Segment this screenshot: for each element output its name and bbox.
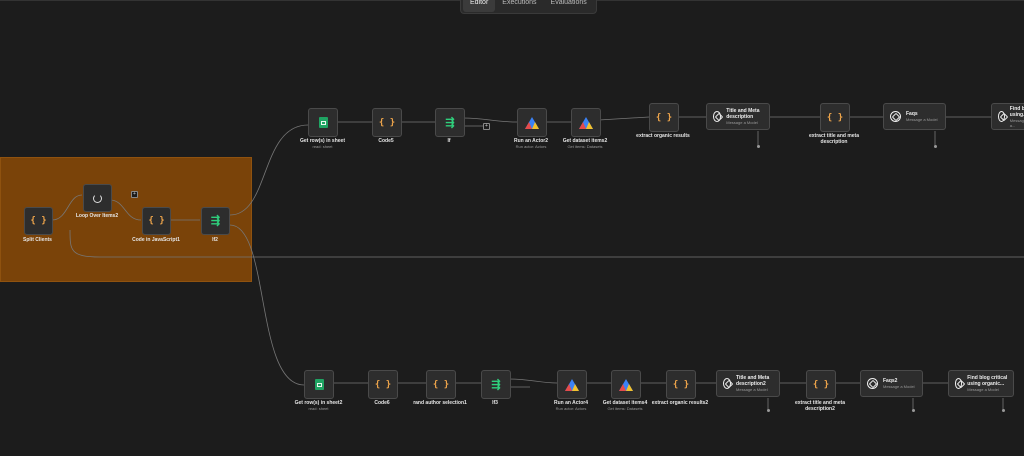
openai-icon: [867, 378, 878, 389]
chat-model-port[interactable]: [934, 145, 937, 148]
node-label: extract organic results2: [651, 400, 709, 406]
add-node-button[interactable]: +: [131, 191, 138, 198]
openai-icon: [723, 378, 732, 389]
node-label: Get row(s) in sheet read: sheet: [299, 138, 345, 149]
node-run-an-actor4[interactable]: [557, 370, 587, 399]
node-label: extract organic results: [636, 133, 690, 139]
wire-top-3: [462, 117, 518, 123]
node-faqs2[interactable]: Faqs2 Message a Model: [860, 370, 923, 397]
node-split-clients[interactable]: { }: [24, 207, 53, 235]
node-subtitle: Message a Model: [967, 387, 999, 392]
node-label: extract title and meta description2: [794, 400, 846, 412]
node-label: Get dataset items2 Get items: Datasets: [562, 138, 608, 149]
wire-if2-bottom: [229, 224, 305, 386]
code-icon: { }: [148, 216, 165, 226]
node-subtitle: Message a...: [1009, 117, 1024, 128]
node-faqs[interactable]: Faqs Message a Model: [883, 103, 946, 130]
node-subtitle: Message a Model: [906, 117, 938, 122]
node-if2[interactable]: ⇶: [201, 207, 230, 235]
node-loop-over-items2[interactable]: [83, 184, 112, 212]
node-title: Find b... using...: [1009, 105, 1024, 118]
node-run-an-actor2[interactable]: [517, 108, 547, 137]
node-code5[interactable]: { }: [372, 108, 402, 137]
node-title-and-meta-description[interactable]: Title and Meta description Message a Mod…: [706, 103, 770, 130]
node-title: Title and Meta description: [726, 108, 760, 120]
node-label: extract title and meta description: [808, 133, 860, 145]
openai-icon: [890, 111, 901, 122]
code-icon: { }: [378, 117, 396, 128]
chat-model-port[interactable]: [1002, 409, 1005, 412]
branch-icon: ⇶: [491, 378, 501, 391]
code-icon: { }: [655, 112, 673, 123]
node-label: Code in JavaScript1: [132, 237, 180, 243]
code-icon: { }: [374, 379, 392, 390]
node-label: Loop Over Items2: [75, 213, 119, 219]
apify-icon: [579, 116, 593, 129]
node-label: Code5: [378, 138, 394, 144]
node-label: If: [447, 138, 451, 144]
node-code-in-javascript1[interactable]: { }: [142, 207, 171, 235]
wire-bot-4: [508, 378, 558, 384]
chat-model-port[interactable]: [912, 409, 915, 412]
wire-top-6: [598, 116, 650, 121]
node-label: If2: [212, 237, 218, 243]
node-if3[interactable]: ⇶: [481, 370, 511, 399]
node-subtitle: Message a Model: [726, 120, 758, 125]
code-icon: { }: [432, 379, 450, 390]
node-code6[interactable]: { }: [368, 370, 398, 399]
node-label: rand author selection1: [413, 400, 467, 406]
node-find-blog-using-organic[interactable]: Find blog critical using organic... Mess…: [948, 370, 1014, 397]
node-title: Title and Meta description2: [736, 375, 770, 387]
node-extract-organic-results2[interactable]: { }: [666, 370, 696, 399]
node-if[interactable]: ⇶: [435, 108, 465, 137]
loop-icon: [93, 193, 102, 203]
apify-icon: [565, 378, 579, 391]
node-get-rows-in-sheet2[interactable]: [304, 370, 334, 399]
sheet-icon: [314, 379, 324, 390]
code-icon: { }: [826, 112, 844, 123]
node-label: Split Clients: [23, 237, 52, 243]
sheet-icon: [318, 117, 328, 128]
node-label: Code6: [374, 400, 390, 406]
node-rand-author-selection1[interactable]: { }: [426, 370, 456, 399]
node-get-dataset-items2[interactable]: [571, 108, 601, 137]
node-extract-title-and-meta-description2[interactable]: { }: [806, 370, 836, 399]
node-extract-organic-results[interactable]: { }: [649, 103, 679, 132]
apify-icon: [525, 116, 539, 129]
chat-model-port[interactable]: [767, 409, 770, 412]
code-icon: { }: [30, 216, 47, 226]
node-title-and-meta-description2[interactable]: Title and Meta description2 Message a Mo…: [716, 370, 780, 397]
openai-icon: [713, 111, 722, 122]
code-icon: { }: [672, 379, 690, 390]
node-extract-title-and-meta-description[interactable]: { }: [820, 103, 850, 132]
node-title: Find blog critical using organic...: [967, 375, 1008, 387]
branch-icon: ⇶: [210, 215, 221, 227]
node-get-rows-in-sheet[interactable]: [308, 108, 338, 137]
node-subtitle: Message a Model: [736, 387, 768, 392]
chat-model-port[interactable]: [757, 145, 760, 148]
node-label: Run an Actor4 Run actor: Actors: [554, 400, 588, 411]
branch-icon: ⇶: [445, 116, 455, 129]
node-get-dataset-items4[interactable]: [611, 370, 641, 399]
node-label: If3: [492, 400, 498, 406]
openai-icon: [955, 378, 963, 389]
apify-icon: [619, 378, 633, 391]
node-label: Run an Actor2 Run actor: Actors: [514, 138, 548, 149]
node-subtitle: Message a Model: [883, 384, 915, 389]
add-node-button[interactable]: +: [483, 123, 490, 130]
code-icon: { }: [812, 379, 830, 390]
node-label: Get row(s) in sheet2 read: sheet: [294, 400, 343, 411]
node-find-blog-using[interactable]: Find b... using... Message a...: [991, 103, 1024, 130]
openai-icon: [998, 111, 1005, 122]
